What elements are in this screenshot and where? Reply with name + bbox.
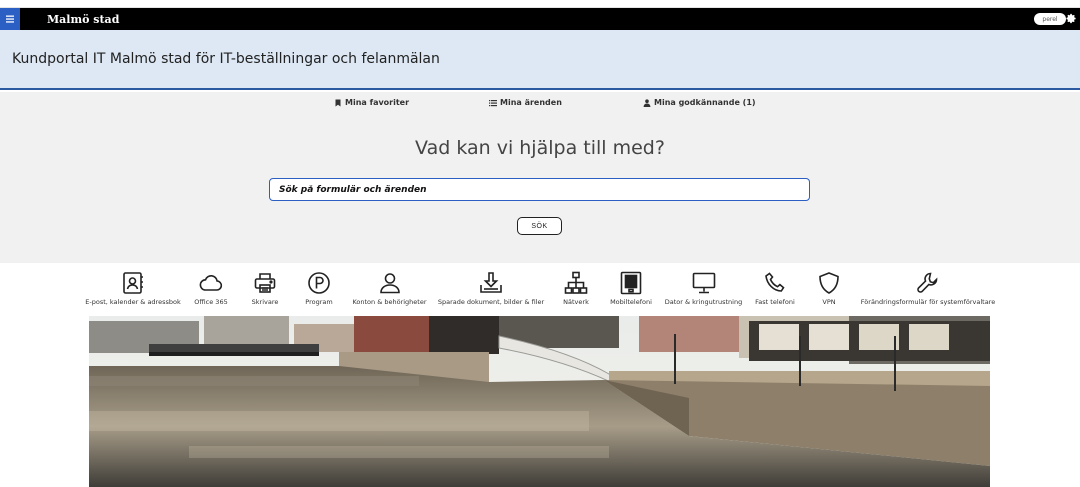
phone-handset-icon: [765, 272, 785, 292]
cloud-icon: [199, 275, 223, 291]
category-tile-documents[interactable]: Sparade dokument, bilder & filer: [435, 263, 547, 316]
category-tile-landline[interactable]: Fast telefoni: [750, 263, 800, 316]
category-label: Skrivare: [251, 298, 279, 306]
search-section: Mina favoriter Mina ärenden Mina godkänn…: [0, 92, 1080, 263]
category-tile-office365[interactable]: Office 365: [186, 263, 236, 316]
category-label: Förändringsformulär för systemförvaltare: [860, 298, 996, 306]
category-tile-email[interactable]: E-post, kalender & adressbok: [84, 263, 182, 316]
quicklinks-bar: Mina favoriter Mina ärenden Mina godkänn…: [0, 98, 1080, 112]
monitor-icon: [692, 272, 715, 294]
category-label: Office 365: [194, 298, 228, 306]
user-icon: [379, 273, 400, 294]
program-p-icon: [308, 272, 330, 294]
my-approvals-link[interactable]: Mina godkännande (1): [643, 98, 756, 107]
my-favorites-link[interactable]: Mina favoriter: [334, 98, 409, 107]
hero-image: [89, 316, 990, 487]
category-tiles: E-post, kalender & adressbok Office 365 …: [0, 263, 1080, 316]
category-label: Fast telefoni: [755, 298, 795, 306]
category-label: VPN: [822, 298, 836, 306]
search-button[interactable]: SÖK: [517, 217, 562, 235]
page-title: Kundportal IT Malmö stad för IT-beställn…: [12, 51, 440, 67]
category-tile-network[interactable]: Nätverk: [551, 263, 601, 316]
mobile-phone-icon: [620, 271, 642, 295]
my-cases-link[interactable]: Mina ärenden: [489, 98, 562, 107]
category-label: Mobiltelefoni: [610, 298, 652, 306]
brand-logo[interactable]: Malmö stad: [47, 13, 119, 26]
category-tile-mobile[interactable]: Mobiltelefoni: [605, 263, 657, 316]
my-favorites-label: Mina favoriter: [345, 98, 410, 107]
shield-icon: [819, 272, 839, 294]
category-label: E-post, kalender & adressbok: [85, 298, 181, 306]
category-label: Dator & kringutrustning: [664, 298, 743, 306]
person-icon: [643, 98, 651, 107]
download-tray-icon: [480, 272, 502, 293]
portal-header: Kundportal IT Malmö stad för IT-beställn…: [0, 30, 1080, 90]
contact-book-icon: [123, 272, 143, 294]
category-tile-accounts[interactable]: Konton & behörigheter: [348, 263, 431, 316]
hamburger-icon: [6, 15, 14, 23]
category-label: Sparade dokument, bilder & filer: [437, 298, 545, 306]
gear-icon[interactable]: [1066, 13, 1077, 24]
category-tile-printer[interactable]: Skrivare: [240, 263, 290, 316]
search-headline: Vad kan vi hjälpa till med?: [415, 137, 665, 159]
search-input[interactable]: [269, 178, 810, 201]
browser-chrome-strip: [0, 0, 1080, 8]
category-tile-change-forms[interactable]: Förändringsformulär för systemförvaltare: [858, 263, 998, 316]
printer-icon: [254, 273, 276, 293]
category-label: Program: [305, 298, 333, 306]
wrench-icon: [917, 272, 938, 293]
list-icon: [489, 99, 497, 106]
category-label: Konton & behörigheter: [352, 298, 427, 306]
my-approvals-label: Mina godkännande (1): [654, 98, 756, 107]
category-label: Nätverk: [563, 298, 589, 306]
bookmark-icon: [335, 99, 341, 106]
my-cases-label: Mina ärenden: [500, 98, 562, 107]
menu-button[interactable]: [0, 8, 20, 30]
top-bar: Malmö stad perel: [0, 8, 1080, 30]
user-menu-button[interactable]: perel: [1034, 13, 1066, 25]
category-tile-program[interactable]: Program: [294, 263, 344, 316]
network-icon: [564, 271, 588, 294]
category-tile-vpn[interactable]: VPN: [804, 263, 854, 316]
category-tile-computer[interactable]: Dator & kringutrustning: [661, 263, 746, 316]
